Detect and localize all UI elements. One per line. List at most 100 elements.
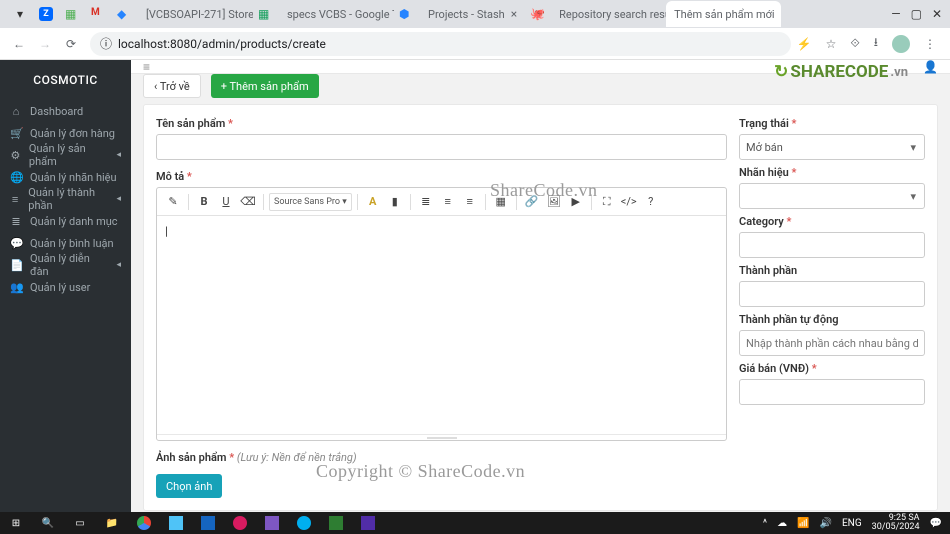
app1-icon[interactable] xyxy=(160,512,192,534)
sidebar-item-categories[interactable]: ≣Quản lý danh mục xyxy=(0,210,131,232)
app5-icon[interactable] xyxy=(320,512,352,534)
underline-icon[interactable]: U xyxy=(216,192,236,212)
jira-icon[interactable]: ◆ xyxy=(112,4,136,24)
tray-cloud-icon[interactable]: ☁ xyxy=(777,518,787,529)
bold-icon[interactable]: B xyxy=(194,192,214,212)
app3-icon[interactable] xyxy=(224,512,256,534)
link-icon[interactable]: 🔗 xyxy=(522,192,542,212)
chrome-icon[interactable] xyxy=(128,512,160,534)
auto-ingredient-input[interactable] xyxy=(739,330,925,356)
tab-active[interactable]: Thêm sản phẩm mới× xyxy=(666,1,781,27)
search-icon[interactable]: 🔍 xyxy=(32,512,64,534)
maximize-icon[interactable]: ▢ xyxy=(911,7,922,21)
dashboard-icon: ⌂ xyxy=(10,105,22,118)
tray-volume-icon[interactable]: 🔊 xyxy=(820,518,832,529)
rich-editor: ✎ B U ⌫ Source Sans Pro ▾ A ▮ ≣ xyxy=(156,187,727,441)
close-window-icon[interactable]: ✕ xyxy=(932,7,942,21)
app-icon[interactable]: ▦ xyxy=(60,4,84,24)
ingredient-input[interactable] xyxy=(739,281,925,307)
gmail-icon[interactable]: M xyxy=(86,4,110,24)
category-input[interactable] xyxy=(739,232,925,258)
menu-icon[interactable]: ⋮ xyxy=(924,37,936,51)
sidebar-item-products[interactable]: ⚙Quản lý sản phẩm◂ xyxy=(0,144,131,166)
sheets-icon[interactable]: ▦ xyxy=(253,4,277,24)
align-icon[interactable]: ≡ xyxy=(460,192,480,212)
image-icon[interactable]: 🖼 xyxy=(544,192,564,212)
font-select[interactable]: Source Sans Pro ▾ xyxy=(269,193,352,211)
list-icon: ≣ xyxy=(10,215,22,228)
chevron-down-icon[interactable]: ▾ xyxy=(8,4,32,24)
editor-toolbar: ✎ B U ⌫ Source Sans Pro ▾ A ▮ ≣ xyxy=(157,188,726,216)
status-select[interactable]: Mở bán xyxy=(739,134,925,160)
price-input[interactable] xyxy=(739,379,925,405)
comment-icon: 💬 xyxy=(10,237,22,250)
tab-jira[interactable]: [VCBSOAPI-271] Store× xyxy=(138,1,253,27)
editor-content[interactable]: | xyxy=(157,216,726,434)
chevron-left-icon: ◂ xyxy=(116,260,121,270)
sidebar-item-ingredients[interactable]: ≡Quản lý thành phần◂ xyxy=(0,188,131,210)
highlight-icon[interactable]: ▮ xyxy=(385,192,405,212)
users-icon: 👥 xyxy=(10,281,22,294)
back-button[interactable]: ‹ Trở về xyxy=(143,74,201,98)
auto-ingredient-label: Thành phần tự động xyxy=(739,313,925,326)
tray-chevron-icon[interactable]: ^ xyxy=(763,518,767,529)
choose-image-button[interactable]: Chọn ảnh xyxy=(156,474,222,498)
name-label: Tên sản phẩm * xyxy=(156,117,727,130)
stash-icon[interactable]: ⬢ xyxy=(394,4,418,24)
tray-notification-icon[interactable]: 💬 xyxy=(930,518,942,529)
status-label: Trạng thái * xyxy=(739,117,925,130)
topbar: ≡ 👤 xyxy=(131,60,950,74)
ol-icon[interactable]: ≡ xyxy=(438,192,458,212)
user-icon[interactable]: 👤 xyxy=(923,60,938,74)
pencil-icon[interactable]: ✎ xyxy=(163,192,183,212)
close-icon[interactable]: × xyxy=(511,7,517,21)
forward-icon[interactable]: → xyxy=(32,31,58,57)
translate-icon[interactable]: ⚡ xyxy=(797,37,812,51)
eraser-icon[interactable]: ⌫ xyxy=(238,192,258,212)
hamburger-icon[interactable]: ≡ xyxy=(143,60,150,74)
resize-handle[interactable] xyxy=(157,434,726,440)
url-input[interactable]: ⓘ localhost:8080/admin/products/create xyxy=(90,32,791,56)
table-icon[interactable]: ▦ xyxy=(491,192,511,212)
start-icon[interactable]: ⊞ xyxy=(0,512,32,534)
fullscreen-icon[interactable]: ⛶ xyxy=(597,192,617,212)
sidebar-item-orders[interactable]: 🛒Quản lý đơn hàng xyxy=(0,122,131,144)
sidebar-item-dashboard[interactable]: ⌂Dashboard xyxy=(0,100,131,122)
close-icon[interactable]: × xyxy=(781,7,782,21)
download-icon[interactable]: ⭳ xyxy=(874,33,878,54)
text-color-icon[interactable]: A xyxy=(363,192,383,212)
tab-sheets[interactable]: specs VCBS - Google T× xyxy=(279,1,394,27)
sidebar-item-brands[interactable]: 🌐Quản lý nhãn hiệu xyxy=(0,166,131,188)
zalo-icon[interactable]: Z xyxy=(34,4,58,24)
gear-icon: ⚙ xyxy=(10,149,21,162)
code-icon[interactable]: </> xyxy=(619,192,639,212)
intellij-icon[interactable] xyxy=(352,512,384,534)
sidebar-item-comments[interactable]: 💬Quản lý bình luận xyxy=(0,232,131,254)
tray-wifi-icon[interactable]: 📶 xyxy=(797,518,809,529)
tray-lang[interactable]: ENG xyxy=(842,518,862,529)
extension-icon[interactable]: ⟐ xyxy=(850,36,859,51)
tab-stash[interactable]: Projects - Stash× xyxy=(420,1,525,27)
reload-icon[interactable]: ⟳ xyxy=(58,31,84,57)
app2-icon[interactable] xyxy=(192,512,224,534)
star-icon[interactable]: ☆ xyxy=(826,37,837,51)
skype-icon[interactable] xyxy=(288,512,320,534)
ul-icon[interactable]: ≣ xyxy=(416,192,436,212)
tab-github[interactable]: Repository search resu× xyxy=(551,1,666,27)
minimize-icon[interactable]: — xyxy=(891,7,900,21)
avatar[interactable] xyxy=(892,35,910,53)
back-icon[interactable]: ← xyxy=(6,31,32,57)
tray-clock[interactable]: 9:25 SA 30/05/2024 xyxy=(872,514,920,532)
explorer-icon[interactable]: 📁 xyxy=(96,512,128,534)
brand-logo[interactable]: COSMOTIC xyxy=(0,60,131,100)
taskview-icon[interactable]: ▭ xyxy=(64,512,96,534)
app4-icon[interactable] xyxy=(256,512,288,534)
sidebar-item-users[interactable]: 👥Quản lý user xyxy=(0,276,131,298)
product-name-input[interactable] xyxy=(156,134,727,160)
help-icon[interactable]: ? xyxy=(641,192,661,212)
sidebar-item-forum[interactable]: 📄Quản lý diễn đàn◂ xyxy=(0,254,131,276)
add-product-button[interactable]: + Thêm sản phẩm xyxy=(211,74,319,98)
brand-select[interactable] xyxy=(739,183,925,209)
video-icon[interactable]: ▶ xyxy=(566,192,586,212)
github-icon[interactable]: 🐙 xyxy=(525,4,549,24)
